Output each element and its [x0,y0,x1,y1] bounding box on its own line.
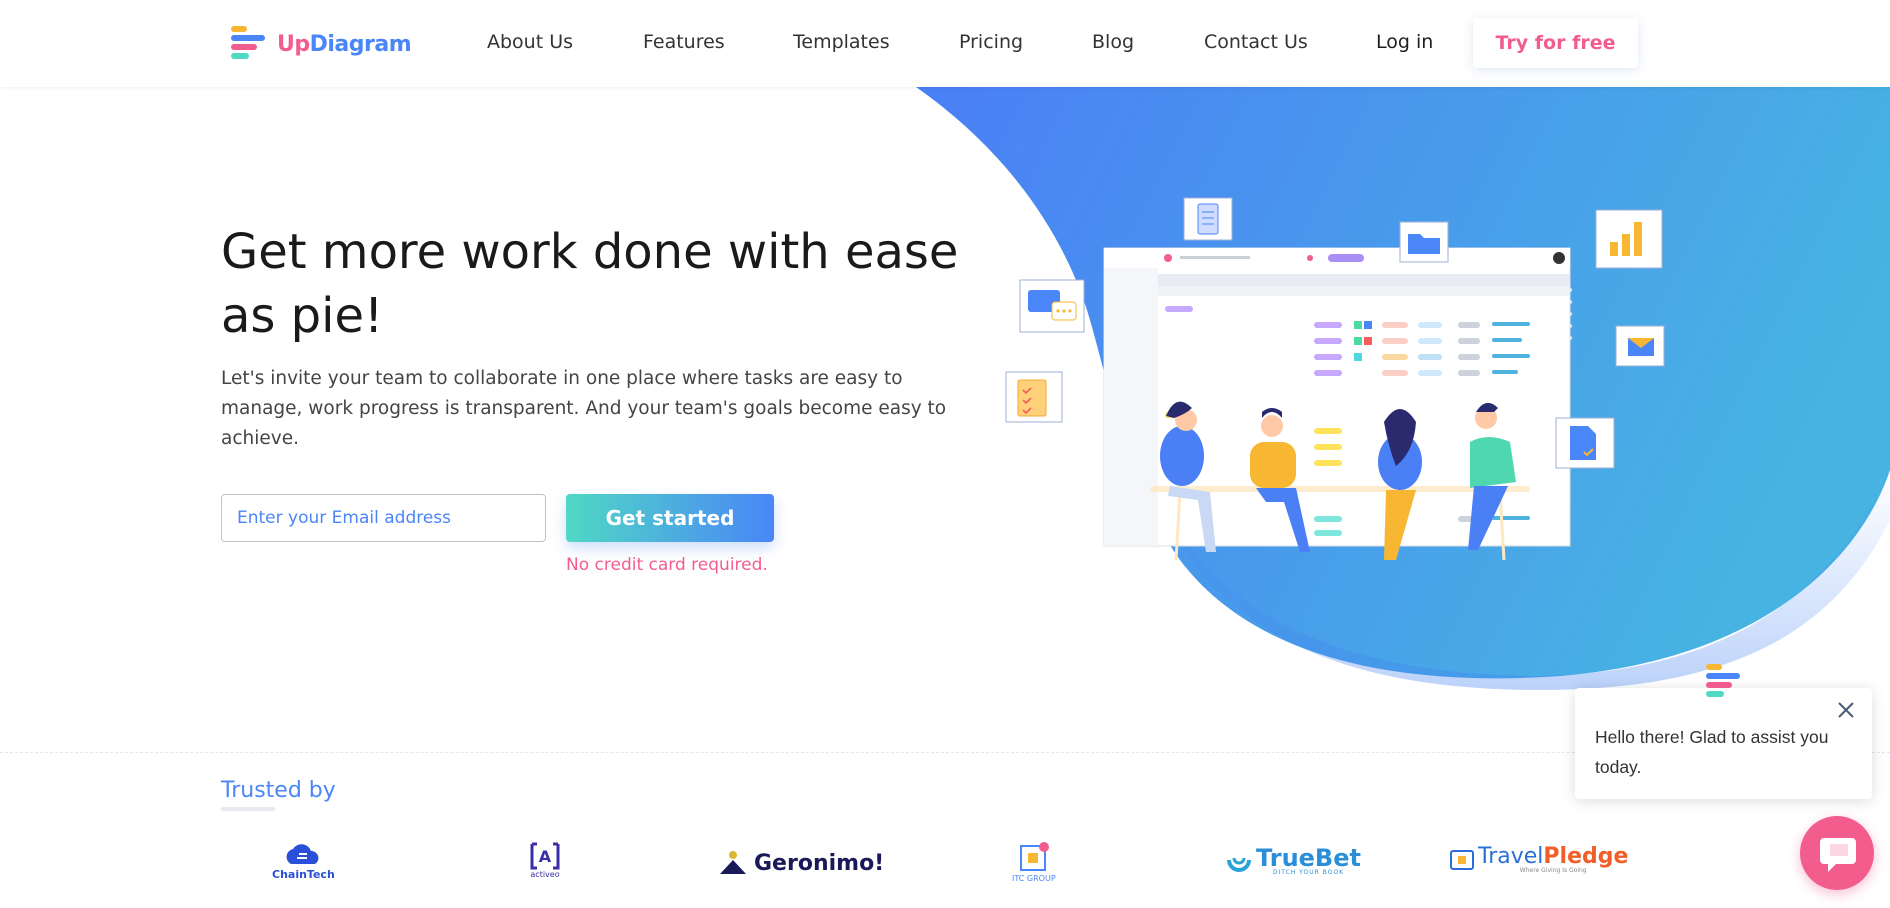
landing-page: UpDiagram About Us Features Templates Pr… [0,0,1890,908]
chat-greeting-message: Hello there! Glad to assist you today. [1595,727,1829,777]
truebet-tagline: DITCH YOUR BOOK [1272,869,1345,876]
nav-about-us[interactable]: About Us [487,31,573,53]
nav-blog[interactable]: Blog [1092,31,1134,53]
login-link[interactable]: Log in [1376,31,1433,53]
site-header: UpDiagram About Us Features Templates Pr… [0,0,1890,87]
trusted-logos-row: ChainTech A activeo Geronimo! ITC GROUP [0,840,1890,900]
chat-card-icon [1019,279,1085,333]
logo-chaintech: ChainTech [272,844,335,881]
folder-card-icon [1399,221,1449,263]
nav-contact-us[interactable]: Contact Us [1204,31,1308,53]
travelpledge-wordmark: TravelPledge [1478,846,1628,868]
no-credit-card-note: No credit card required. [566,555,768,575]
truebet-swirl-icon [1227,857,1251,872]
truebet-name: TrueBet [1256,844,1361,872]
itc-square-icon [1019,842,1049,871]
chat-launcher-button[interactable] [1800,816,1874,890]
logo-activeo: A activeo [528,842,562,879]
hero-illustration [1005,197,1665,561]
logo-travelpledge: TravelPledge Where Giving Is Going [1450,846,1628,874]
geronimo-name: Geronimo! [754,850,885,876]
nav-pricing[interactable]: Pricing [959,31,1023,53]
get-started-button[interactable]: Get started [566,494,774,542]
chat-icon [1820,838,1856,872]
email-input[interactable] [221,494,546,542]
travelpledge-text: TravelPledge Where Giving Is Going [1478,846,1628,874]
trusted-by-underline [221,807,275,811]
activeo-mark-icon: A [530,842,560,870]
clipboard-card-icon [1183,197,1233,241]
nav-templates[interactable]: Templates [793,31,890,53]
logo-truebet: TrueBet DITCH YOUR BOOK [1226,846,1361,876]
activeo-name: activeo [530,870,560,879]
geronimo-figure-icon [720,851,746,874]
chaintech-cloud-icon [286,844,319,864]
chat-agent-avatar-icon [1700,660,1744,706]
nav-features[interactable]: Features [643,31,725,53]
travelpledge-pledge: Pledge [1543,844,1629,869]
chaintech-name: ChainTech [272,868,335,881]
travelpledge-icon [1450,850,1474,870]
travelpledge-travel: Travel [1478,844,1544,869]
hero-description: Let's invite your team to collaborate in… [221,368,947,449]
itc-name: ITC GROUP [1012,874,1056,883]
svg-text:A: A [539,847,552,866]
document-card-icon [1555,417,1615,469]
try-for-free-button[interactable]: Try for free [1473,18,1638,68]
checklist-card-icon [1005,371,1063,423]
email-card-icon [1615,325,1665,367]
logo-itc-group: ITC GROUP [1012,842,1056,883]
close-icon[interactable] [1834,698,1858,722]
logo-geronimo: Geronimo! [716,850,884,876]
chart-card-icon [1595,209,1663,269]
travelpledge-tagline: Where Giving Is Going [1519,867,1587,874]
trusted-by-heading: Trusted by [221,778,336,803]
truebet-text: TrueBet DITCH YOUR BOOK [1256,846,1361,876]
hero-title: Get more work done with ease as pie! [221,224,959,344]
